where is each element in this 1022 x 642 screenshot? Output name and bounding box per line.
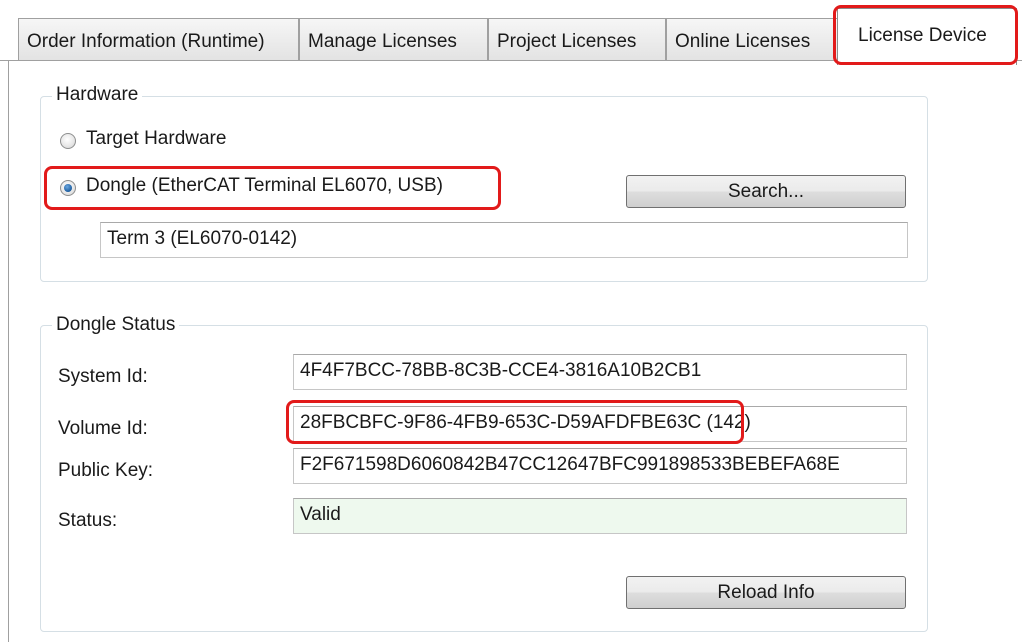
tab-order-information[interactable]: Order Information (Runtime) bbox=[18, 18, 299, 60]
target-hardware-radio[interactable] bbox=[60, 133, 76, 149]
target-hardware-label[interactable]: Target Hardware bbox=[86, 128, 226, 150]
public-key-field[interactable]: F2F671598D6060842B47CC12647BFC991898533B… bbox=[293, 448, 907, 484]
system-id-field[interactable]: 4F4F7BCC-78BB-8C3B-CCE4-3816A10B2CB1 bbox=[293, 354, 907, 390]
tab-highlight bbox=[833, 5, 1018, 65]
volume-id-highlight bbox=[286, 400, 744, 444]
tab-strip-baseline bbox=[0, 60, 843, 61]
reload-info-button[interactable]: Reload Info bbox=[626, 576, 906, 609]
device-field[interactable]: Term 3 (EL6070-0142) bbox=[100, 222, 908, 258]
dongle-status-group-title: Dongle Status bbox=[52, 314, 180, 336]
tab-online-licenses[interactable]: Online Licenses bbox=[666, 18, 844, 60]
dongle-highlight bbox=[44, 166, 501, 210]
volume-id-label: Volume Id: bbox=[58, 418, 148, 439]
status-label: Status: bbox=[58, 510, 118, 531]
search-button[interactable]: Search... bbox=[626, 175, 906, 208]
panel-left-border bbox=[8, 60, 9, 642]
system-id-label: System Id: bbox=[58, 366, 148, 387]
tab-project-licenses[interactable]: Project Licenses bbox=[488, 18, 666, 60]
status-field[interactable]: Valid bbox=[293, 498, 907, 534]
tab-manage-licenses[interactable]: Manage Licenses bbox=[299, 18, 488, 60]
public-key-label: Public Key: bbox=[58, 460, 154, 481]
hardware-group-title: Hardware bbox=[52, 84, 143, 106]
